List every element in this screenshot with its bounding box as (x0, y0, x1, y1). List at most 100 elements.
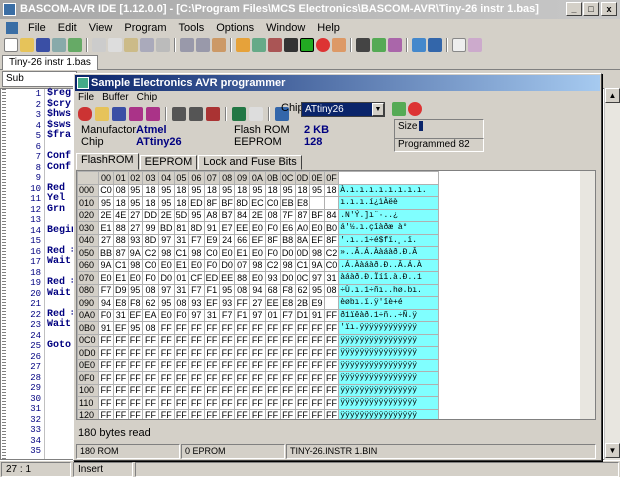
hex-byte-cell[interactable]: F7 (279, 308, 296, 322)
hex-byte-cell[interactable]: FF (203, 396, 221, 410)
hex-byte-cell[interactable]: FF (97, 346, 115, 360)
hex-byte-cell[interactable]: FF (173, 408, 190, 419)
hex-byte-cell[interactable]: 93 (188, 296, 205, 310)
hex-byte-cell[interactable]: FF (279, 383, 296, 397)
menu-help[interactable]: Help (311, 22, 346, 34)
hex-byte-cell[interactable]: C2 (323, 246, 340, 260)
hex-byte-cell[interactable]: 8D (188, 221, 205, 235)
hex-byte-cell[interactable]: EF (249, 233, 266, 247)
hex-byte-cell[interactable]: FF (294, 371, 311, 385)
hex-byte-cell[interactable]: 97 (188, 308, 205, 322)
hex-ascii-cell[interactable]: á'½.ı.çîàðæ à° (338, 221, 440, 235)
table-row[interactable]: 120 FF FF FF FF FF FF FF FF FF FF FF FF FF FF FF FF ÿÿÿÿÿ… (77, 408, 440, 419)
hex-byte-cell[interactable]: BF (219, 196, 236, 210)
hex-byte-cell[interactable]: FF (173, 358, 190, 372)
table-row[interactable]: 100 FF FF FF FF FF FF FF FF FF FF FF FF FF FF FF FF ÿÿÿÿÿ… (77, 383, 440, 397)
hex-byte-cell[interactable]: 95 (249, 183, 266, 197)
hex-byte-cell[interactable]: FF (173, 333, 190, 347)
hex-byte-cell[interactable]: EF (127, 308, 144, 322)
hex-byte-cell[interactable]: 8A (294, 233, 311, 247)
hex-byte-cell[interactable]: FF (142, 346, 160, 360)
hex-byte-cell[interactable]: FF (142, 358, 160, 372)
hex-byte-cell[interactable]: E0 (309, 221, 325, 235)
table-row[interactable]: 050 BB 87 9A C2 98 C1 98 C0 E0 E1 E0 F0 D0 0D 98 C2 »..Â.… (77, 246, 440, 260)
hex-byte-cell[interactable]: 27 (249, 296, 266, 310)
hex-ascii-cell[interactable]: .N'Ý.]ı¨·..¿ (338, 208, 440, 222)
hex-byte-cell[interactable]: FF (173, 383, 190, 397)
hex-byte-cell[interactable]: 4E (113, 208, 129, 222)
hex-byte-cell[interactable]: 08 (234, 283, 251, 297)
hex-byte-cell[interactable]: FF (249, 408, 266, 419)
table-row[interactable]: 030 E1 88 27 99 BD 81 8D 91 E7 EE E0 F0 E6 A0 E0 B0 á'½.ı… (77, 221, 440, 235)
hex-ascii-cell[interactable]: '.ı..1÷é$fï.¸.ï. (338, 233, 440, 247)
hex-byte-cell[interactable]: E0 (188, 258, 205, 272)
hex-byte-cell[interactable]: 0C (294, 271, 311, 285)
compile-result-icon[interactable] (268, 37, 282, 52)
hex-byte-cell[interactable]: FF (264, 321, 281, 335)
hex-byte-cell[interactable]: 97 (158, 233, 175, 247)
hex-byte-cell[interactable]: FF (158, 333, 175, 347)
hex-byte-cell[interactable]: E0 (158, 258, 175, 272)
hex-byte-cell[interactable]: 84 (234, 208, 251, 222)
hex-byte-cell[interactable]: FF (219, 346, 236, 360)
load-icon[interactable] (95, 107, 109, 121)
hex-ascii-cell[interactable]: 'ïı.ÿÿÿÿÿÿÿÿÿÿÿÿ (338, 321, 440, 335)
hex-byte-cell[interactable]: 9A (97, 258, 115, 272)
paste-icon[interactable] (124, 37, 138, 52)
hex-byte-cell[interactable]: FF (158, 358, 175, 372)
hex-byte-cell[interactable]: FF (188, 396, 205, 410)
hex-byte-cell[interactable]: 95 (158, 183, 175, 197)
menu-edit[interactable]: Edit (52, 22, 83, 34)
hex-byte-cell[interactable]: FF (203, 408, 221, 419)
hex-byte-cell[interactable]: FF (323, 308, 340, 322)
hex-byte-cell[interactable]: FF (309, 333, 325, 347)
hex-byte-cell[interactable]: FF (203, 383, 221, 397)
hex-ascii-cell[interactable]: À.ı.ı.ı.ı.ı.ı.ı.ı. (338, 183, 440, 197)
table-row[interactable]: 000 C0 08 95 18 95 18 95 18 95 18 95 18 95 18 95 18 À.ı.ı… (77, 183, 440, 197)
hex-byte-cell[interactable]: FF (309, 321, 325, 335)
hex-byte-cell[interactable]: F1 (234, 308, 251, 322)
help-icon[interactable] (428, 37, 442, 52)
hex-byte-cell[interactable] (323, 296, 340, 310)
bookmark-icon[interactable] (212, 37, 226, 52)
send-to-chip-icon[interactable] (300, 37, 314, 52)
hex-byte-cell[interactable]: 98 (309, 246, 325, 260)
hex-byte-cell[interactable]: 8D (142, 233, 160, 247)
hex-byte-cell[interactable]: F0 (142, 271, 160, 285)
table-row[interactable]: 110 FF FF FF FF FF FF FF FF FF FF FF FF FF FF FF FF ÿÿÿÿÿ… (77, 396, 440, 410)
hex-byte-cell[interactable]: 95 (158, 196, 175, 210)
table-row[interactable]: 0C0 FF FF FF FF FF FF FF FF FF FF FF FF FF FF FF FF ÿÿÿÿÿ… (77, 333, 440, 347)
hex-byte-cell[interactable]: 87 (294, 208, 311, 222)
hex-byte-cell[interactable]: EE (219, 271, 236, 285)
hex-byte-cell[interactable]: EF (113, 321, 129, 335)
save-as-icon[interactable] (52, 37, 66, 52)
hex-byte-cell[interactable]: 01 (173, 271, 190, 285)
chip-select[interactable]: ATtiny26 ▼ (301, 102, 385, 117)
hex-byte-cell[interactable]: C1 (173, 246, 190, 260)
hex-byte-cell[interactable]: 93 (264, 271, 281, 285)
hex-ascii-cell[interactable]: ı.ı.ı.í¿ìÀëè (338, 196, 440, 210)
hex-byte-cell[interactable]: FF (234, 296, 251, 310)
menu-window[interactable]: Window (260, 22, 311, 34)
open-folder-icon[interactable] (20, 37, 34, 52)
hex-byte-cell[interactable]: 98 (249, 258, 266, 272)
hex-byte-cell[interactable] (309, 196, 325, 210)
hex-byte-cell[interactable]: 8F (264, 233, 281, 247)
hex-byte-cell[interactable]: FF (234, 333, 251, 347)
hex-byte-cell[interactable]: 8D (234, 196, 251, 210)
hex-byte-cell[interactable]: FF (264, 346, 281, 360)
hex-byte-cell[interactable]: 95 (188, 183, 205, 197)
hex-byte-cell[interactable]: FF (234, 321, 251, 335)
hex-byte-cell[interactable]: FF (127, 396, 144, 410)
tab-eeprom[interactable]: EEPROM (139, 155, 198, 170)
hex-byte-cell[interactable]: F0 (264, 246, 281, 260)
hex-byte-cell[interactable]: E1 (234, 246, 251, 260)
hex-byte-cell[interactable]: A0 (294, 221, 311, 235)
hex-byte-cell[interactable]: C2 (264, 258, 281, 272)
hex-byte-cell[interactable]: FF (203, 371, 221, 385)
hex-byte-cell[interactable]: 95 (219, 183, 236, 197)
hex-ascii-cell[interactable]: èøbı.ï.ÿ'îè+é (338, 296, 440, 310)
hex-byte-cell[interactable]: FF (234, 371, 251, 385)
hex-byte-cell[interactable]: FF (113, 333, 129, 347)
hex-byte-cell[interactable]: C0 (142, 258, 160, 272)
